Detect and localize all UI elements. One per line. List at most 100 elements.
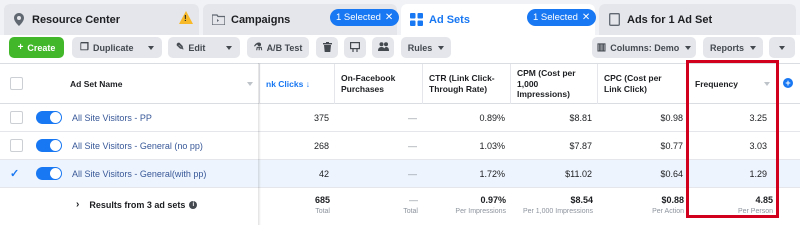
row-checkbox-checked[interactable]: ✓ (10, 167, 23, 180)
tab-label: Ads for 1 Ad Set (627, 13, 713, 26)
total-cpm-caption: Per 1,000 Impressions (522, 208, 593, 215)
header-label: CPM (Cost per 1,000 Impressions) (517, 68, 576, 100)
ad-set-name-link[interactable]: All Site Visitors - PP (66, 104, 260, 131)
tab-ads[interactable]: Ads for 1 Ad Set (599, 4, 796, 35)
total-cpc-caption: Per Action (652, 208, 684, 215)
add-column-icon[interactable]: + (783, 78, 793, 88)
selected-count: 1 Selected (336, 12, 381, 23)
people-icon (377, 42, 389, 53)
column-header-link-clicks[interactable]: nk Clicks ↓ (260, 64, 335, 104)
table-row[interactable]: All Site Visitors - PP 375 — 0.89% $8.81… (0, 104, 800, 132)
plus-icon: + (17, 42, 24, 53)
duplicate-label: Duplicate (92, 42, 134, 53)
total-purchases: — (409, 195, 418, 205)
header-label: Frequency (695, 78, 738, 89)
cpc-value: $0.98 (660, 112, 683, 123)
tab-label: Campaigns (231, 13, 291, 26)
row-checkbox[interactable] (10, 111, 23, 124)
total-link-clicks: 685 (314, 195, 330, 205)
warning-icon: ! (179, 11, 193, 24)
rules-dropdown[interactable]: Rules (401, 37, 451, 58)
header-label: CPC (Cost per Link Click) (604, 73, 662, 94)
link-clicks-value: 268 (313, 140, 329, 151)
total-cpm: $8.54 (570, 195, 593, 205)
table-row[interactable]: All Site Visitors - General (no pp) 268 … (0, 132, 800, 160)
frequency-value: 3.25 (749, 112, 767, 123)
columns-icon: ▥ (596, 42, 607, 53)
column-header-purchases[interactable]: On-Facebook Purchases (335, 64, 423, 104)
sort-descending-icon: ↓ (305, 78, 310, 89)
trash-icon (322, 41, 332, 54)
reports-dropdown[interactable]: Reports (703, 37, 763, 58)
status-toggle[interactable] (36, 167, 62, 180)
create-button[interactable]: + Create (9, 37, 64, 58)
status-toggle[interactable] (36, 139, 62, 152)
chevron-down-icon[interactable] (148, 45, 154, 50)
chevron-down-icon (750, 45, 756, 50)
row-checkbox[interactable] (10, 139, 23, 152)
total-frequency-caption: Per Person (737, 208, 773, 215)
clear-selection-icon[interactable]: ✕ (385, 12, 393, 23)
link-clicks-value: 42 (318, 168, 329, 179)
ctr-value: 1.72% (479, 168, 505, 179)
pencil-icon: ✎ (176, 42, 185, 53)
ad-sets-table: Ad Set Name nk Clicks ↓ On-Facebook Purc… (0, 63, 800, 233)
preview-icon (350, 41, 361, 54)
audience-button[interactable] (372, 37, 394, 58)
sort-caret-icon[interactable] (247, 82, 253, 86)
ab-test-label: A/B Test (266, 42, 303, 53)
columns-label: Columns: Demo (610, 42, 680, 53)
info-icon[interactable]: i (189, 200, 198, 209)
clear-selection-icon[interactable]: ✕ (582, 12, 590, 23)
preview-button[interactable] (344, 37, 366, 58)
columns-dropdown[interactable]: ▥ Columns: Demo (592, 37, 696, 58)
results-label: Results from 3 ad sets (89, 199, 186, 210)
status-toggle[interactable] (36, 111, 62, 124)
chevron-down-icon (438, 45, 445, 50)
ad-sets-selected-chip[interactable]: 1 Selected ✕ (527, 9, 597, 26)
header-label: Ad Set Name (70, 78, 123, 89)
column-header-cpc[interactable]: CPC (Cost per Link Click) (598, 64, 689, 104)
purchases-value: — (408, 140, 417, 151)
table-header: Ad Set Name nk Clicks ↓ On-Facebook Purc… (0, 63, 800, 104)
grid-icon (409, 13, 423, 27)
header-label: CTR (Link Click-Through Rate) (429, 73, 495, 94)
total-purchases-caption: Total (403, 208, 418, 215)
edit-button[interactable]: ✎ Edit (168, 37, 240, 58)
total-link-clicks-caption: Total (315, 208, 330, 215)
chevron-right-icon[interactable]: › (76, 199, 79, 210)
chevron-down-icon (779, 45, 785, 50)
delete-button[interactable] (316, 37, 338, 58)
chevron-down-icon[interactable] (226, 45, 232, 50)
column-header-name[interactable]: Ad Set Name (64, 64, 260, 104)
rules-label: Rules (407, 42, 433, 53)
frequency-value: 3.03 (749, 140, 767, 151)
more-options-button[interactable] (769, 37, 795, 58)
select-all-checkbox[interactable] (10, 77, 23, 90)
duplicate-button[interactable]: ❐ Duplicate (72, 37, 162, 58)
reports-label: Reports (709, 42, 744, 53)
tab-label: Ad Sets (429, 13, 470, 26)
campaigns-selected-chip[interactable]: 1 Selected ✕ (330, 9, 400, 26)
cpc-value: $0.77 (660, 140, 683, 151)
ab-test-button[interactable]: ⚗ A/B Test (247, 37, 309, 58)
flask-icon: ⚗ (253, 42, 263, 53)
column-header-ctr[interactable]: CTR (Link Click-Through Rate) (423, 64, 511, 104)
frozen-column-shadow (258, 63, 261, 225)
create-label: Create (27, 42, 56, 53)
document-icon (607, 13, 621, 27)
ad-set-name-link[interactable]: All Site Visitors - General (no pp) (66, 132, 260, 159)
folder-icon (211, 13, 225, 27)
column-header-frequency[interactable]: Frequency (689, 64, 777, 104)
frequency-value: 1.29 (749, 168, 767, 179)
cpm-value: $8.81 (569, 112, 592, 123)
tab-resource-center[interactable]: Resource Center (4, 4, 199, 35)
results-summary[interactable]: › Results from 3 ad sets i (70, 182, 260, 227)
total-ctr: 0.97% (480, 195, 506, 205)
tab-label: Resource Center (32, 13, 121, 26)
selected-count: 1 Selected (533, 12, 578, 23)
sort-caret-icon[interactable] (764, 82, 770, 86)
total-ctr-caption: Per Impressions (455, 208, 506, 215)
chevron-down-icon (685, 45, 692, 50)
column-header-cpm[interactable]: CPM (Cost per 1,000 Impressions) (511, 64, 598, 104)
